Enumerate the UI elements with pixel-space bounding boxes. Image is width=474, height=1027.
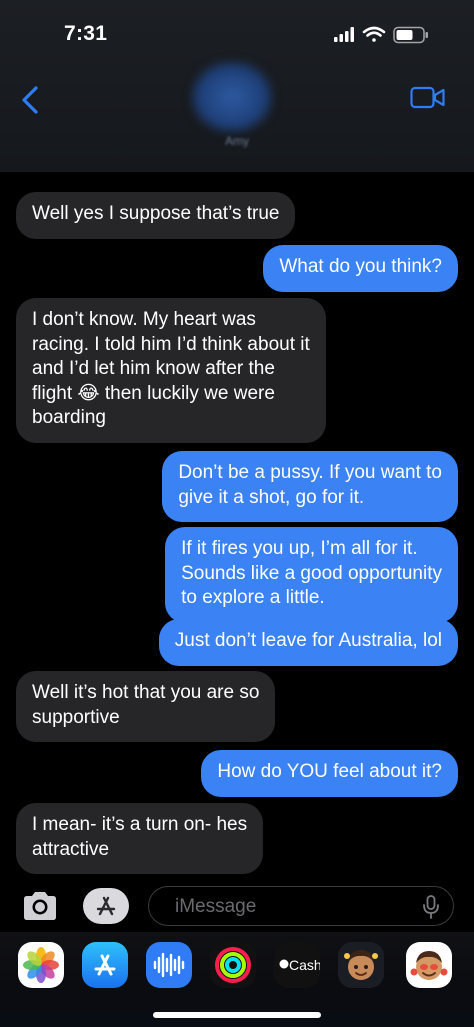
imessage-input[interactable]: iMessage xyxy=(148,886,454,926)
memoji-icon[interactable] xyxy=(338,942,384,988)
contact-avatar[interactable] xyxy=(190,60,274,134)
battery-icon xyxy=(393,26,428,44)
camera-icon[interactable] xyxy=(20,889,60,923)
message-bubble-outgoing[interactable]: Just don’t leave for Australia, lol xyxy=(158,619,458,666)
photos-icon[interactable] xyxy=(18,942,64,988)
message-bubble-outgoing[interactable]: If it fires you up, I’m all for it. Soun… xyxy=(165,527,458,623)
status-time: 7:31 xyxy=(64,22,108,45)
wifi-icon xyxy=(362,26,386,42)
message-bubble-incoming[interactable]: Well yes I suppose that’s true xyxy=(16,192,296,239)
message-thread[interactable]: Well yes I suppose that’s true What do y… xyxy=(0,172,474,880)
apple-cash-label: Cash xyxy=(289,957,320,973)
activity-icon[interactable] xyxy=(210,942,256,988)
audio-message-icon[interactable] xyxy=(146,942,192,988)
contact-name[interactable]: Amy xyxy=(0,134,474,148)
message-composer: iMessage xyxy=(0,880,474,932)
home-indicator[interactable] xyxy=(153,1012,321,1018)
status-icons xyxy=(334,25,434,45)
app-store-apps-button[interactable] xyxy=(83,888,129,924)
back-chevron-icon[interactable] xyxy=(18,80,46,120)
message-bubble-outgoing[interactable]: What do you think? xyxy=(263,245,458,292)
conversation-header: 7:31 Amy xyxy=(0,0,474,172)
message-bubble-incoming[interactable]: Well it’s hot that you are so supportive xyxy=(16,671,276,742)
app-store-icon[interactable] xyxy=(82,942,128,988)
cellular-signal-icon xyxy=(334,27,354,42)
facetime-video-icon[interactable] xyxy=(410,85,446,111)
microphone-icon[interactable] xyxy=(421,895,441,919)
apple-cash-icon[interactable]: Cash xyxy=(274,942,320,988)
memoji-stickers-icon[interactable] xyxy=(406,942,452,988)
message-bubble-incoming[interactable]: I don’t know. My heart was racing. I tol… xyxy=(16,298,326,443)
message-bubble-outgoing[interactable]: How do YOU feel about it? xyxy=(201,750,458,797)
imessage-placeholder: iMessage xyxy=(175,896,257,917)
message-bubble-incoming[interactable]: I mean- it’s a turn on- hes attractive xyxy=(16,803,264,874)
message-bubble-outgoing[interactable]: Don’t be a pussy. If you want to give it… xyxy=(162,451,458,522)
